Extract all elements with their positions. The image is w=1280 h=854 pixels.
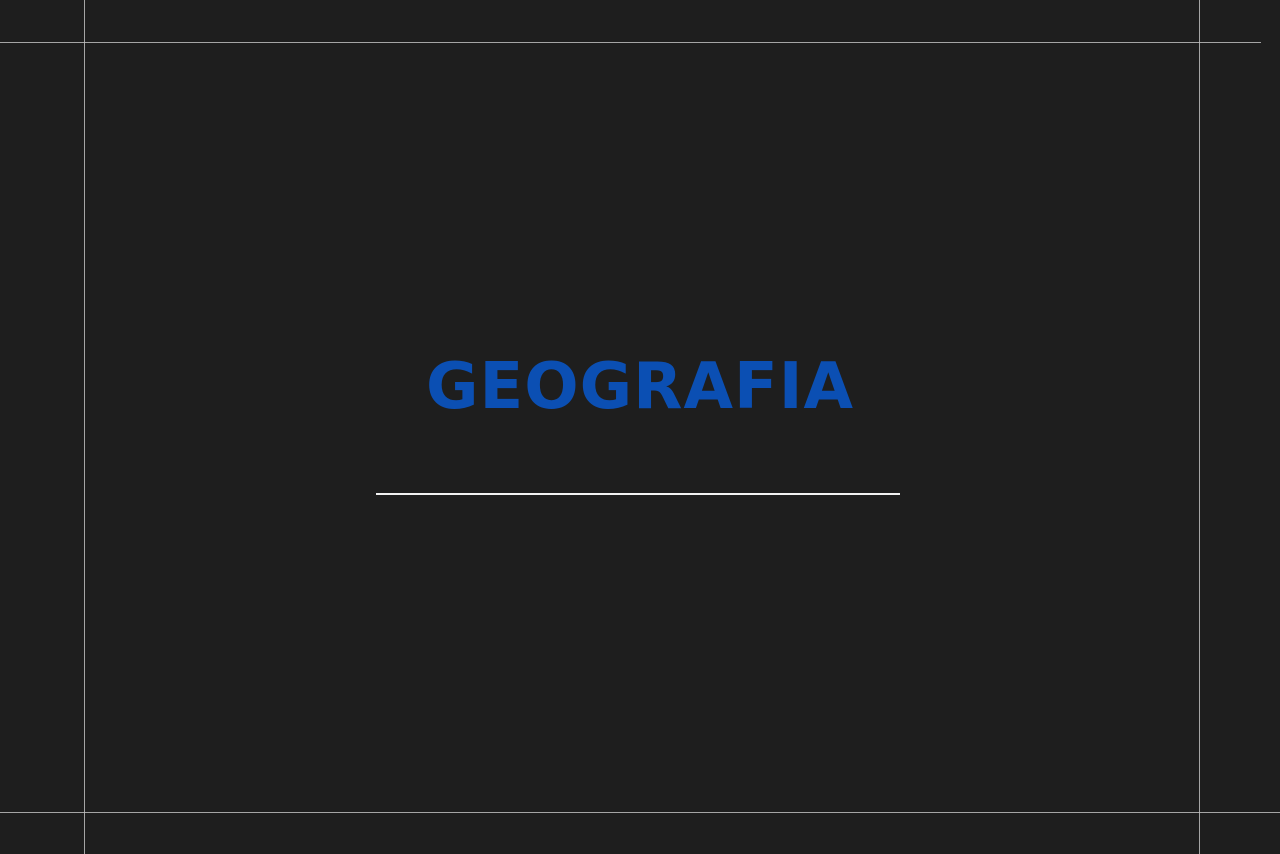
slide-title: GEOGRAFIA [425,350,855,424]
top-guide-line [0,42,1261,43]
slide-canvas: GEOGRAFIA [0,0,1280,854]
bottom-guide-line [0,812,1280,813]
title-underline [376,493,900,495]
